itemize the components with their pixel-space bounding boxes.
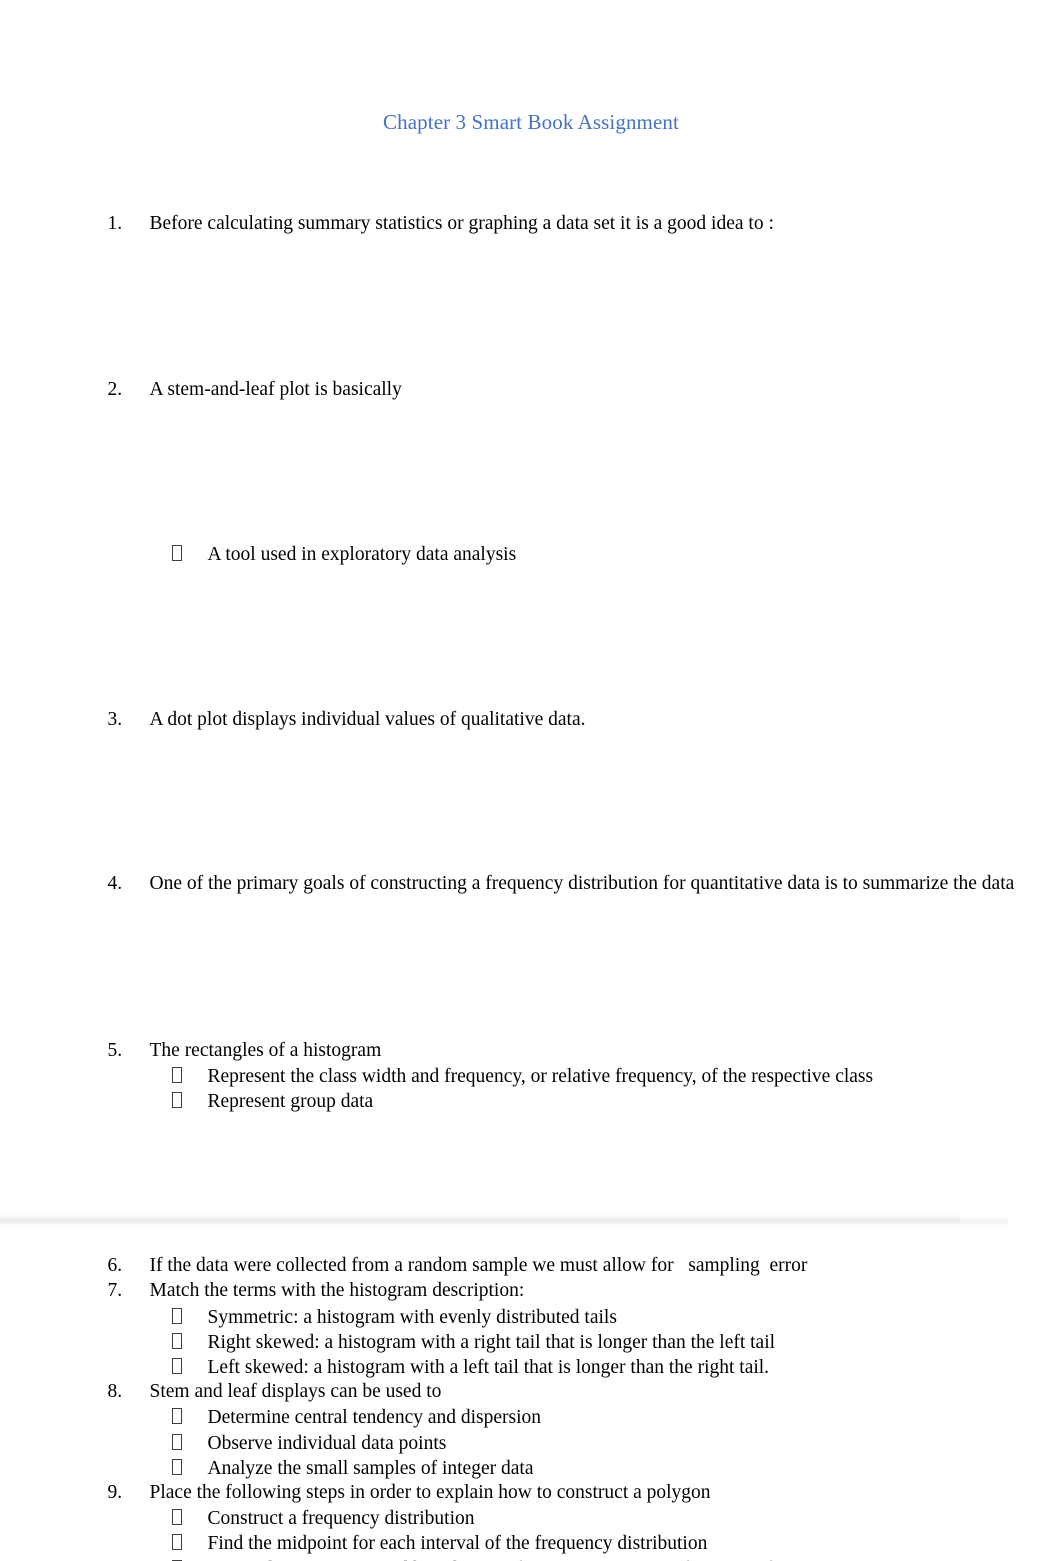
list-item-text: Before calculating summary statistics or…	[149, 213, 774, 234]
list-item-number: 8.	[107, 1381, 123, 1402]
list-item-number: 1.	[107, 213, 123, 234]
list-item-number: 3.	[107, 709, 123, 730]
list-item-text: A dot plot displays individual values of…	[149, 709, 586, 730]
list-item-number: 4.	[107, 873, 123, 894]
list-item: 1. Before calculating summary statistics …	[88, 186, 1008, 261]
list-item-number: 9.	[107, 1482, 123, 1503]
document-page: Chapter 3 Smart Book Assignment 1. Before…	[0, 0, 1062, 1561]
list-item-text: One of the primary goals of constructing…	[149, 873, 1015, 894]
list-item-number: 7.	[107, 1280, 123, 1301]
list-item-number: 5.	[107, 1040, 123, 1061]
sub-list-item-text: A tool used in exploratory data analysis	[207, 543, 517, 565]
sub-list-item: Represent group data	[152, 1063, 1032, 1140]
list-item-number: 2.	[107, 379, 123, 400]
page-title: Chapter 3 Smart Book Assignment	[383, 110, 679, 134]
page-break-shadow	[0, 1216, 1008, 1226]
list-item-text: A stem-and-leaf plot is basically	[149, 379, 402, 400]
list-item: 3. A dot plot displays individual values …	[88, 682, 1008, 757]
sub-list-item: A tool used in exploratory data analysis	[152, 516, 1032, 593]
bullet-box-icon	[171, 1089, 208, 1115]
bullet-box-icon	[171, 542, 208, 568]
list-item: 4. One of the primary goals of constructi…	[88, 846, 1015, 921]
clipped-sub-list-item: Neighboring midpoints are connected by s…	[152, 1551, 1032, 1561]
list-item: 2. A stem-and-leaf plot is basically	[88, 352, 1008, 427]
sub-list-item-text: Represent group data	[207, 1090, 374, 1112]
